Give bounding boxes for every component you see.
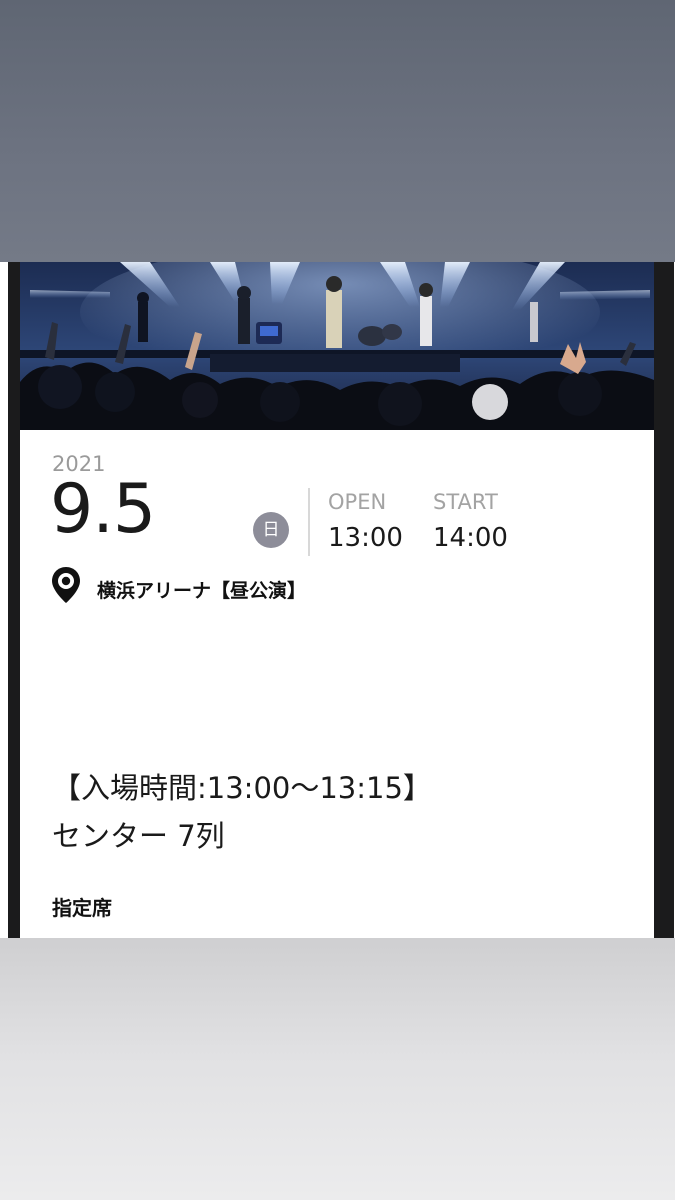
concert-photo xyxy=(20,262,654,430)
start-time: 14:00 xyxy=(433,523,508,553)
story-background-bottom xyxy=(0,938,675,1200)
open-label: OPEN xyxy=(328,490,387,514)
event-date: 9.5 xyxy=(50,470,156,549)
start-label: START xyxy=(433,490,498,514)
weekday-badge: 日 xyxy=(253,512,289,548)
location-pin-icon xyxy=(51,566,81,604)
open-time: 13:00 xyxy=(328,523,403,553)
time-divider xyxy=(308,488,310,556)
venue-name: 横浜アリーナ【昼公演】 xyxy=(97,580,307,602)
entry-time: 【入場時間:13:00〜13:15】 xyxy=(52,771,432,805)
ticket-card: 2021 9.5 日 OPEN 13:00 START 14:00 横浜アリーナ… xyxy=(20,262,654,938)
seat-type: 指定席 xyxy=(52,896,112,920)
seat-info: センター 7列 xyxy=(52,819,225,853)
story-background-top xyxy=(0,0,675,262)
